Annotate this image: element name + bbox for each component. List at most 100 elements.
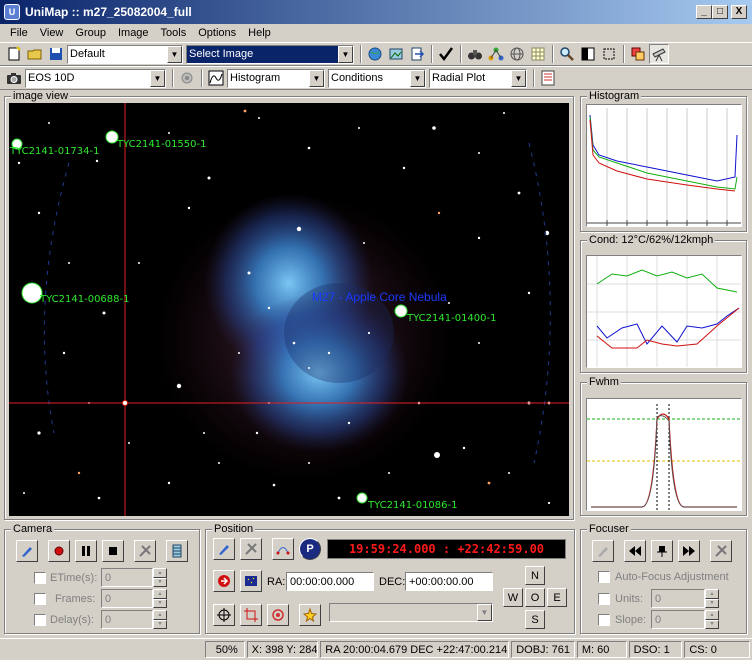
maximize-button[interactable]: □ (712, 5, 728, 19)
frames-checkbox[interactable] (34, 593, 46, 605)
delay-spinner[interactable]: ▲ ▼ (153, 610, 167, 629)
east-button[interactable]: E (547, 588, 567, 607)
binoculars-icon[interactable] (465, 44, 485, 64)
slope-spinner[interactable]: ▲ ▼ (705, 610, 719, 629)
etime-spinner[interactable]: ▲ ▼ (153, 568, 167, 587)
menu-group[interactable]: Group (69, 27, 112, 39)
pencil-icon[interactable] (592, 540, 614, 562)
delay-field[interactable]: 0 (101, 610, 153, 629)
units-field[interactable]: 0 (651, 589, 705, 608)
north-button[interactable]: N (525, 566, 545, 585)
record-icon[interactable] (48, 540, 70, 562)
menu-file[interactable]: File (4, 27, 34, 39)
grid-icon[interactable] (528, 44, 548, 64)
fast-forward-icon[interactable] (678, 540, 700, 562)
graph-icon[interactable] (206, 68, 226, 88)
menu-help[interactable]: Help (242, 27, 277, 39)
pin-icon[interactable] (651, 540, 673, 562)
spin-down-icon[interactable]: ▼ (153, 598, 167, 608)
crosshair-icon[interactable] (213, 604, 235, 626)
chevron-down-icon[interactable]: ▼ (338, 45, 353, 63)
goto-icon[interactable] (213, 570, 235, 592)
rewind-icon[interactable] (624, 540, 646, 562)
spin-down-icon[interactable]: ▼ (153, 577, 167, 587)
image-open-icon[interactable] (386, 44, 406, 64)
spin-down-icon[interactable]: ▼ (153, 619, 167, 629)
menu-view[interactable]: View (34, 27, 70, 39)
chevron-down-icon[interactable]: ▼ (150, 69, 165, 87)
pencil-icon[interactable] (213, 538, 235, 560)
spin-down-icon[interactable]: ▼ (705, 598, 719, 608)
select-area-icon[interactable] (599, 44, 619, 64)
image-canvas[interactable]: TYC2141-01734-1 TYC2141-01550-1 TYC2141-… (9, 103, 569, 516)
west-button[interactable]: W (503, 588, 523, 607)
etime-field[interactable]: 0 (101, 568, 153, 587)
chevron-down-icon[interactable]: ▼ (511, 69, 526, 87)
menu-image[interactable]: Image (112, 27, 155, 39)
menu-tools[interactable]: Tools (155, 27, 193, 39)
p-button[interactable]: P (299, 538, 321, 560)
crop-icon[interactable] (240, 604, 262, 626)
telescope-icon[interactable] (649, 44, 669, 64)
contrast-icon[interactable] (578, 44, 598, 64)
frames-spinner[interactable]: ▲ ▼ (153, 589, 167, 608)
chevron-down-icon[interactable]: ▼ (477, 604, 492, 621)
tools-icon[interactable] (710, 540, 732, 562)
flag-icon[interactable] (240, 570, 262, 592)
slope-field[interactable]: 0 (651, 610, 705, 629)
sphere-grid-icon[interactable] (507, 44, 527, 64)
camera-icon[interactable] (4, 68, 24, 88)
new-file-icon[interactable] (4, 44, 24, 64)
ra-field[interactable]: 00:00:00.000 (286, 572, 374, 591)
slope-checkbox[interactable] (598, 614, 610, 626)
center-button[interactable]: O (525, 588, 545, 607)
spin-down-icon[interactable]: ▼ (705, 619, 719, 629)
frames-field[interactable]: 0 (101, 589, 153, 608)
graph3-select[interactable]: Radial Plot ▼ (429, 68, 527, 88)
etime-checkbox[interactable] (34, 572, 46, 584)
pencil-icon[interactable] (16, 540, 38, 562)
tools-icon[interactable] (134, 540, 156, 562)
units-checkbox[interactable] (598, 593, 610, 605)
checkmark-icon[interactable] (436, 44, 456, 64)
globe-icon[interactable] (365, 44, 385, 64)
arc-icon[interactable] (272, 538, 294, 560)
network-icon[interactable] (486, 44, 506, 64)
export-icon[interactable] (407, 44, 427, 64)
stop-icon[interactable] (102, 540, 124, 562)
image-view-label: image view (11, 90, 71, 102)
spin-up-icon[interactable]: ▲ (153, 568, 167, 578)
image-select[interactable]: Select Image ▼ (186, 44, 354, 64)
graph2-select[interactable]: Conditions ▼ (328, 68, 426, 88)
camera-settings-icon[interactable] (177, 68, 197, 88)
menu-options[interactable]: Options (192, 27, 242, 39)
close-button[interactable]: X (731, 5, 747, 19)
spiral-icon[interactable] (267, 604, 289, 626)
spin-up-icon[interactable]: ▲ (153, 589, 167, 599)
spin-up-icon[interactable]: ▲ (705, 589, 719, 599)
tools-icon[interactable] (240, 538, 262, 560)
dec-field[interactable]: +00:00:00.00 (405, 572, 493, 591)
chevron-down-icon[interactable]: ▼ (167, 45, 182, 63)
delay-checkbox[interactable] (34, 614, 46, 626)
graph1-select[interactable]: Histogram ▼ (227, 68, 325, 88)
list-icon[interactable] (538, 68, 558, 88)
spin-up-icon[interactable]: ▲ (153, 610, 167, 620)
star-tool-icon[interactable] (299, 604, 321, 626)
chevron-down-icon[interactable]: ▼ (410, 69, 425, 87)
profile-select[interactable]: Default ▼ (67, 44, 183, 64)
minimize-button[interactable]: _ (696, 5, 712, 19)
south-button[interactable]: S (525, 610, 545, 629)
filmstrip-icon[interactable] (166, 540, 188, 562)
chevron-down-icon[interactable]: ▼ (309, 69, 324, 87)
pause-icon[interactable] (75, 540, 97, 562)
zoom-icon[interactable] (557, 44, 577, 64)
windows-icon[interactable] (628, 44, 648, 64)
object-select[interactable]: ▼ (329, 603, 493, 622)
spin-up-icon[interactable]: ▲ (705, 610, 719, 620)
units-spinner[interactable]: ▲ ▼ (705, 589, 719, 608)
autofocus-checkbox[interactable] (598, 571, 610, 583)
open-folder-icon[interactable] (25, 44, 45, 64)
save-icon[interactable] (46, 44, 66, 64)
camera-select[interactable]: EOS 10D ▼ (25, 68, 166, 88)
